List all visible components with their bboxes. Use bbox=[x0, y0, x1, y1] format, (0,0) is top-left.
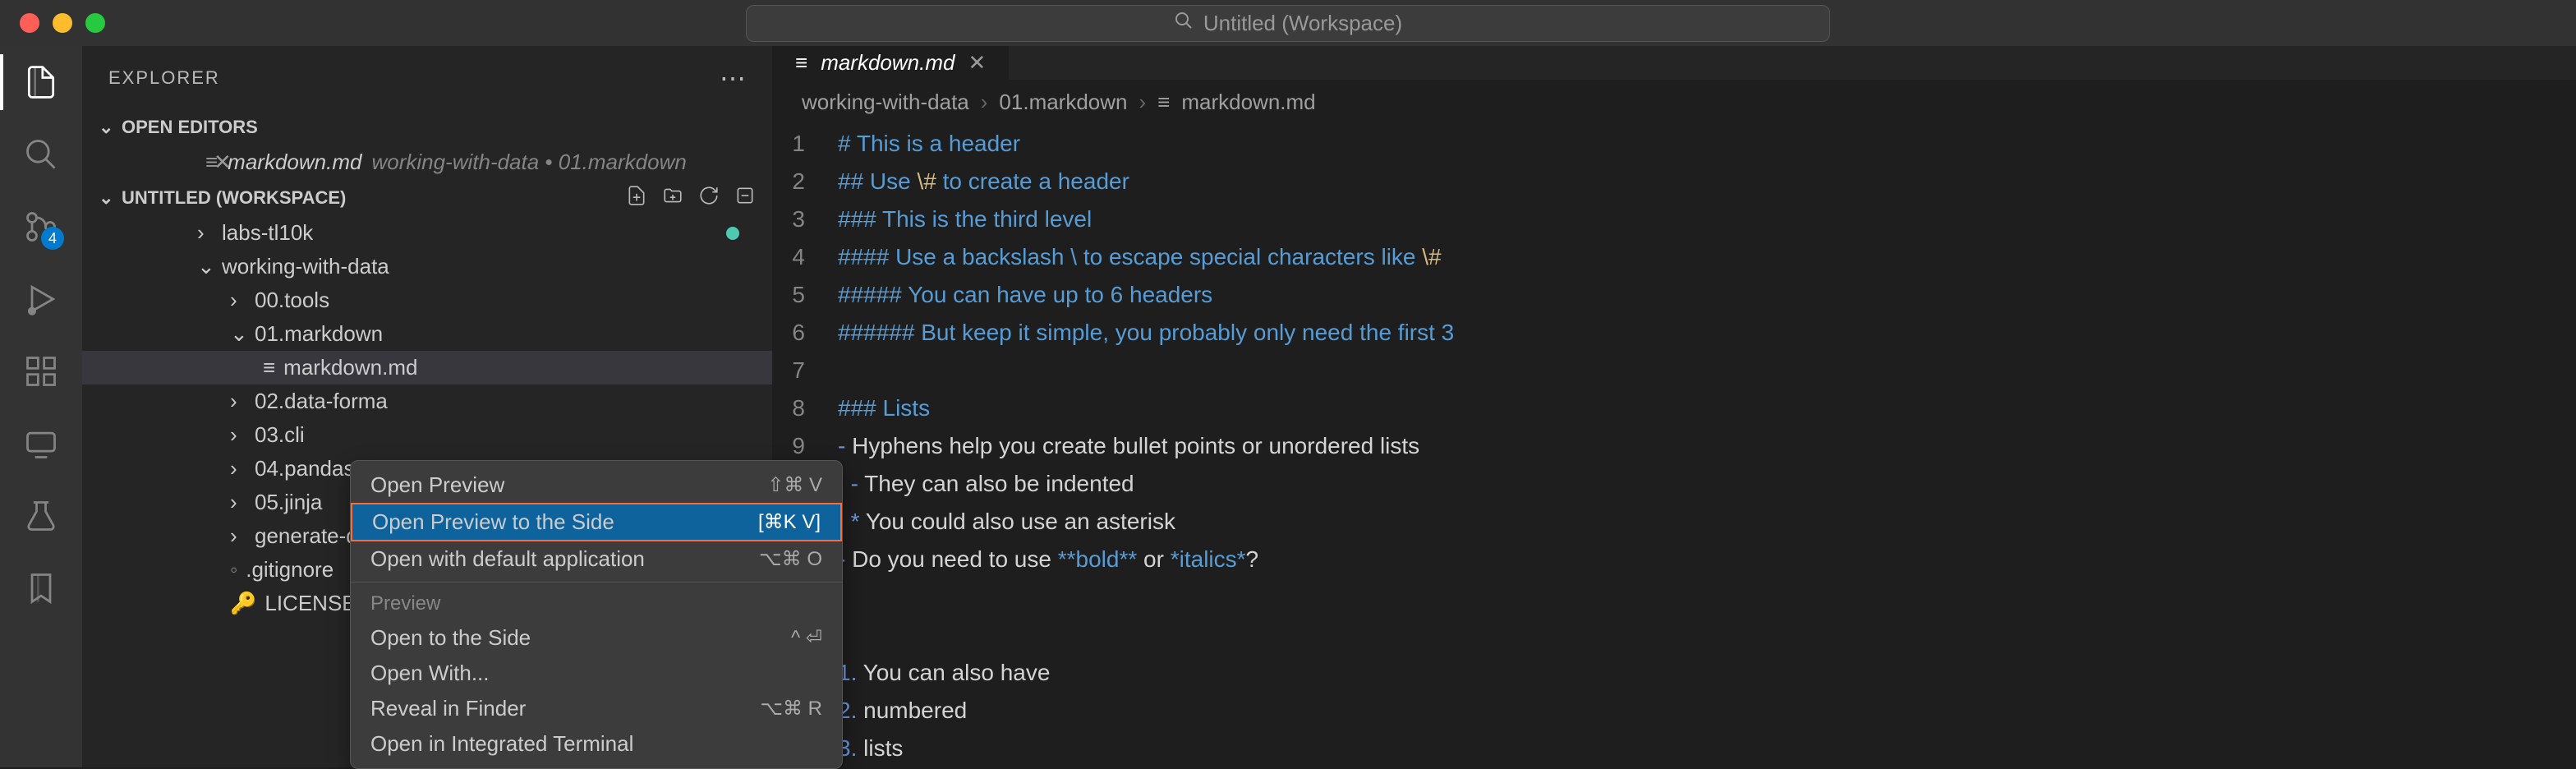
menu-item[interactable]: Open to the Side ^ ⏎ bbox=[351, 620, 842, 656]
workspace-header[interactable]: ⌄ UNTITLED (WORKSPACE) bbox=[82, 180, 772, 216]
file-icon: ≡ bbox=[1157, 90, 1170, 115]
explorer-icon[interactable] bbox=[21, 62, 61, 102]
menu-item-label: Open to the Side bbox=[370, 625, 531, 651]
chevron-right-icon: › bbox=[1139, 90, 1147, 115]
new-folder-icon[interactable] bbox=[662, 185, 683, 211]
tree-item-label: 01.markdown bbox=[255, 321, 383, 347]
sidebar-title: EXPLORER bbox=[108, 67, 220, 89]
refresh-icon[interactable] bbox=[698, 185, 720, 211]
testing-icon[interactable] bbox=[21, 496, 61, 536]
file-icon: ≡ bbox=[795, 50, 807, 76]
menu-item[interactable]: Open Preview ⇧⌘ V bbox=[351, 467, 842, 503]
tree-item-label: 03.cli bbox=[255, 422, 305, 448]
code-content[interactable]: # This is a header## Use \# to create a … bbox=[838, 125, 2576, 767]
menu-item: Preview bbox=[351, 587, 842, 620]
maximize-window-button[interactable] bbox=[85, 13, 105, 33]
context-menu: Open Preview ⇧⌘ V Open Preview to the Side… bbox=[350, 460, 843, 769]
menu-item-label: Preview bbox=[370, 592, 440, 615]
more-icon[interactable]: ⋯ bbox=[720, 62, 746, 94]
remote-icon[interactable] bbox=[21, 424, 61, 463]
close-icon[interactable]: ✕ bbox=[214, 150, 232, 175]
menu-item-label: Open With... bbox=[370, 661, 490, 686]
tree-item-label: LICENSE bbox=[264, 591, 356, 616]
menu-item[interactable]: Reveal in Finder ⌥⌘ R bbox=[351, 691, 842, 726]
chevron-icon: › bbox=[230, 389, 246, 414]
tree-item-label: markdown.md bbox=[283, 355, 417, 380]
tree-item-label: 02.data-forma bbox=[255, 389, 388, 414]
tree-item[interactable]: › labs-tl10k bbox=[82, 216, 772, 250]
open-editors-header[interactable]: ⌄ OPEN EDITORS bbox=[82, 110, 772, 145]
collapse-icon[interactable] bbox=[734, 185, 756, 211]
chevron-icon: ⌄ bbox=[230, 321, 246, 347]
tree-item[interactable]: ≡ markdown.md bbox=[82, 351, 772, 384]
menu-item[interactable]: Open in Integrated Terminal bbox=[351, 726, 842, 762]
tab-markdown[interactable]: ≡ markdown.md ✕ bbox=[772, 46, 1010, 80]
menu-shortcut: ⌥⌘ R bbox=[760, 697, 822, 721]
extensions-icon[interactable] bbox=[21, 352, 61, 391]
tree-item-label: 00.tools bbox=[255, 288, 329, 313]
menu-item-label: Reveal in Finder bbox=[370, 696, 526, 721]
menu-item[interactable]: Open Preview to the Side [⌘K V] bbox=[351, 503, 842, 541]
activity-bar: 4 bbox=[0, 46, 82, 767]
new-file-icon[interactable] bbox=[626, 185, 647, 211]
menu-item-label: Open in Integrated Terminal bbox=[370, 731, 633, 757]
menu-item-label: Open Preview to the Side bbox=[372, 509, 614, 535]
scm-badge: 4 bbox=[41, 227, 64, 250]
chevron-down-icon: ⌄ bbox=[99, 187, 115, 209]
minimize-window-button[interactable] bbox=[53, 13, 72, 33]
search-placeholder: Untitled (Workspace) bbox=[1203, 11, 1402, 36]
command-center[interactable]: Untitled (Workspace) bbox=[746, 5, 1830, 42]
chevron-icon: › bbox=[230, 456, 246, 481]
chevron-right-icon: › bbox=[981, 90, 988, 115]
editor-tabs: ≡ markdown.md ✕ bbox=[772, 46, 2576, 80]
git-status-dot bbox=[726, 227, 739, 240]
window-controls bbox=[0, 13, 105, 33]
key-icon: 🔑 bbox=[230, 591, 256, 616]
bookmarks-icon[interactable] bbox=[21, 569, 61, 608]
source-control-icon[interactable]: 4 bbox=[21, 207, 61, 246]
chevron-icon: › bbox=[230, 490, 246, 515]
gitignore-icon: ◦ bbox=[230, 557, 237, 583]
close-icon[interactable]: ✕ bbox=[968, 50, 986, 76]
menu-shortcut: ^ ⏎ bbox=[791, 626, 822, 650]
chevron-icon: ⌄ bbox=[197, 254, 214, 279]
chevron-icon: › bbox=[230, 288, 246, 313]
tree-item-label: .gitignore bbox=[246, 557, 334, 583]
menu-item-label: Open Preview bbox=[370, 472, 504, 498]
menu-item[interactable]: Open With... bbox=[351, 656, 842, 691]
close-window-button[interactable] bbox=[20, 13, 39, 33]
menu-shortcut: ⇧⌘ V bbox=[767, 473, 822, 497]
open-editor-item[interactable]: ✕ ≡ markdown.md working-with-data • 01.m… bbox=[82, 145, 772, 180]
file-icon: ≡ bbox=[263, 355, 275, 380]
chevron-icon: › bbox=[230, 422, 246, 448]
chevron-icon: › bbox=[197, 220, 214, 246]
editor-area: ≡ markdown.md ✕ working-with-data › 01.m… bbox=[772, 46, 2576, 767]
tree-item-label: working-with-data bbox=[222, 254, 389, 279]
menu-item-label: Open with default application bbox=[370, 546, 645, 572]
code-editor[interactable]: 1234567891011121314151617 # This is a he… bbox=[772, 125, 2576, 767]
titlebar: ← → Untitled (Workspace) bbox=[0, 0, 2576, 46]
chevron-down-icon: ⌄ bbox=[99, 117, 115, 138]
tree-item[interactable]: › 03.cli bbox=[82, 418, 772, 452]
menu-item[interactable]: Open with default application ⌥⌘ O bbox=[351, 541, 842, 577]
debug-icon[interactable] bbox=[21, 279, 61, 319]
tree-item-label: labs-tl10k bbox=[222, 220, 313, 246]
tree-item[interactable]: ⌄ 01.markdown bbox=[82, 317, 772, 351]
tree-item[interactable]: › 02.data-forma bbox=[82, 384, 772, 418]
chevron-icon: › bbox=[230, 523, 246, 549]
search-activity-icon[interactable] bbox=[21, 135, 61, 174]
tree-item-label: 05.jinja bbox=[255, 490, 322, 515]
tree-item[interactable]: ⌄ working-with-data bbox=[82, 250, 772, 283]
search-icon bbox=[1174, 11, 1194, 36]
menu-shortcut: ⌥⌘ O bbox=[759, 547, 822, 571]
breadcrumbs[interactable]: working-with-data › 01.markdown › ≡ mark… bbox=[772, 80, 2576, 125]
tree-item[interactable]: › 00.tools bbox=[82, 283, 772, 317]
menu-shortcut: [⌘K V] bbox=[758, 510, 821, 534]
